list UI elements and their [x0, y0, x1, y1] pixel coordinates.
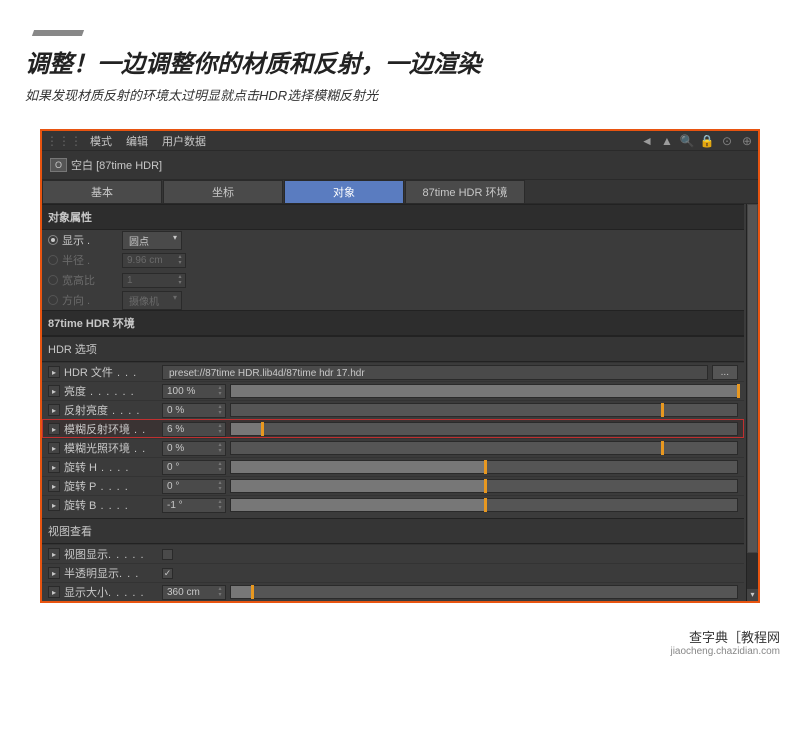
radius-radio [48, 255, 58, 265]
orient-radio [48, 295, 58, 305]
param-label: 旋转 P . . . . [64, 478, 158, 494]
param-label: 旋转 B . . . . [64, 497, 158, 513]
param-value-field[interactable]: 0 °▴▾ [162, 479, 226, 494]
aspect-radio [48, 275, 58, 285]
expand-icon[interactable]: ▸ [48, 442, 60, 454]
hdr-param-row: ▸ 旋转 H . . . . 0 °▴▾ [42, 457, 744, 476]
scroll-down-icon[interactable]: ▾ [747, 589, 758, 601]
scrollbar[interactable]: ▾ [746, 204, 758, 601]
param-label: 亮度 . . . . . . [64, 383, 158, 399]
toolbar: ⋮⋮⋮ 模式 编辑 用户数据 ◄ ▲ 🔍 🔒 ⊙ ⊕ [42, 131, 758, 151]
radius-field: 9.96 cm▴▾ [122, 253, 186, 268]
param-slider[interactable] [230, 498, 738, 512]
param-slider[interactable] [230, 384, 738, 398]
param-label: 模糊光照环境 . . [64, 440, 158, 456]
page-subtitle: 如果发现材质反射的环境太过明显就点击HDR选择模糊反射光 [25, 85, 775, 104]
nav-up-icon[interactable]: ▲ [660, 134, 674, 148]
param-slider[interactable] [230, 460, 738, 474]
hdr-param-row: ▸ 亮度 . . . . . . 100 %▴▾ [42, 381, 744, 400]
viewport-trans-row: ▸ 半透明显示. . . ✓ [42, 563, 744, 582]
orient-dropdown: 摄像机 [122, 291, 182, 310]
aspect-label: 宽高比 [62, 272, 118, 288]
expand-icon[interactable]: ▸ [48, 586, 60, 598]
viewport-editor-row: ▸ 视图显示. . . . . [42, 544, 744, 563]
nav-back-icon[interactable]: ◄ [640, 134, 654, 148]
footer-sub: jiaocheng.chazidian.com [20, 646, 780, 657]
section-object-props: 对象属性 [42, 204, 744, 230]
display-label: 显示 . [62, 232, 118, 248]
param-value-field[interactable]: 0 °▴▾ [162, 460, 226, 475]
tab-coord[interactable]: 坐标 [163, 180, 283, 203]
hdr-param-row: ▸ 模糊反射环境 . . 6 %▴▾ [42, 419, 744, 438]
display-size-slider[interactable] [230, 585, 738, 599]
object-title-bar: O 空白 [87time HDR] [42, 151, 758, 180]
display-radio[interactable] [48, 235, 58, 245]
object-type-badge: O [50, 158, 67, 172]
section-hdr-env: 87time HDR 环境 [42, 310, 744, 336]
grip-icon: ⋮⋮⋮ [46, 134, 82, 148]
hdr-file-row: ▸ HDR 文件 . . . preset://87time HDR.lib4d… [42, 362, 744, 381]
hdr-param-row: ▸ 模糊光照环境 . . 0 %▴▾ [42, 438, 744, 457]
param-slider[interactable] [230, 403, 738, 417]
menu-mode[interactable]: 模式 [90, 133, 112, 149]
expand-icon[interactable]: ▸ [48, 385, 60, 397]
editor-display-label: 视图显示. . . . . [64, 546, 158, 562]
param-label: 旋转 H . . . . [64, 459, 158, 475]
search-icon[interactable]: 🔍 [680, 134, 694, 148]
param-value-field[interactable]: 6 %▴▾ [162, 422, 226, 437]
param-value-field[interactable]: -1 °▴▾ [162, 498, 226, 513]
viewport-size-row: ▸ 显示大小. . . . . 360 cm▴▾ [42, 582, 744, 601]
expand-icon[interactable]: ▸ [48, 480, 60, 492]
display-size-label: 显示大小. . . . . [64, 584, 158, 600]
add-icon[interactable]: ⊕ [740, 134, 754, 148]
aspect-field: 1▴▾ [122, 273, 186, 288]
display-size-field[interactable]: 360 cm▴▾ [162, 585, 226, 600]
hdr-param-row: ▸ 反射亮度 . . . . 0 %▴▾ [42, 400, 744, 419]
hdr-file-field[interactable]: preset://87time HDR.lib4d/87time hdr 17.… [162, 365, 708, 380]
panel-body: 对象属性 显示 . 圆点 半径 . 9.96 cm▴▾ 宽高比 1▴▾ [42, 204, 758, 601]
param-slider[interactable] [230, 422, 738, 436]
display-dropdown[interactable]: 圆点 [122, 231, 182, 250]
param-value-field[interactable]: 100 %▴▾ [162, 384, 226, 399]
tab-object[interactable]: 对象 [284, 180, 404, 203]
orient-label: 方向 . [62, 292, 118, 308]
hdr-param-row: ▸ 旋转 B . . . . -1 °▴▾ [42, 495, 744, 514]
hdr-browse-button[interactable]: ... [712, 365, 738, 380]
tab-bar: 基本 坐标 对象 87time HDR 环境 [42, 180, 758, 204]
param-slider[interactable] [230, 479, 738, 493]
scrollbar-thumb[interactable] [747, 204, 758, 553]
menu-edit[interactable]: 编辑 [126, 133, 148, 149]
app-panel: ⋮⋮⋮ 模式 编辑 用户数据 ◄ ▲ 🔍 🔒 ⊙ ⊕ O 空白 [87time … [40, 129, 760, 603]
page-footer: 查字典［教程网 jiaocheng.chazidian.com [0, 613, 800, 667]
trans-display-label: 半透明显示. . . [64, 565, 158, 581]
expand-icon[interactable]: ▸ [48, 404, 60, 416]
expand-icon[interactable]: ▸ [48, 461, 60, 473]
hdr-file-label: HDR 文件 . . . [64, 364, 158, 380]
expand-icon[interactable]: ▸ [48, 548, 60, 560]
section-viewport: 视图查看 [42, 518, 744, 544]
expand-icon[interactable]: ▸ [48, 366, 60, 378]
section-hdr-opts: HDR 选项 [42, 336, 744, 362]
expand-icon[interactable]: ▸ [48, 423, 60, 435]
expand-icon[interactable]: ▸ [48, 567, 60, 579]
radius-label: 半径 . [62, 252, 118, 268]
expand-icon[interactable]: ▸ [48, 499, 60, 511]
lock-icon[interactable]: 🔒 [700, 134, 714, 148]
param-value-field[interactable]: 0 %▴▾ [162, 403, 226, 418]
settings-icon[interactable]: ⊙ [720, 134, 734, 148]
tab-basic[interactable]: 基本 [42, 180, 162, 203]
hdr-param-row: ▸ 旋转 P . . . . 0 °▴▾ [42, 476, 744, 495]
object-title: 空白 [87time HDR] [71, 157, 162, 173]
page-title: 调整！一边调整你的材质和反射，一边渲染 [25, 44, 775, 79]
footer-main: 查字典［教程网 [20, 627, 780, 646]
param-value-field[interactable]: 0 %▴▾ [162, 441, 226, 456]
param-label: 模糊反射环境 . . [64, 421, 158, 437]
accent-decoration [32, 30, 84, 36]
tab-hdr-env[interactable]: 87time HDR 环境 [405, 180, 525, 203]
trans-display-checkbox[interactable]: ✓ [162, 568, 173, 579]
menu-userdata[interactable]: 用户数据 [162, 133, 206, 149]
param-slider[interactable] [230, 441, 738, 455]
param-label: 反射亮度 . . . . [64, 402, 158, 418]
editor-display-checkbox[interactable] [162, 549, 173, 560]
